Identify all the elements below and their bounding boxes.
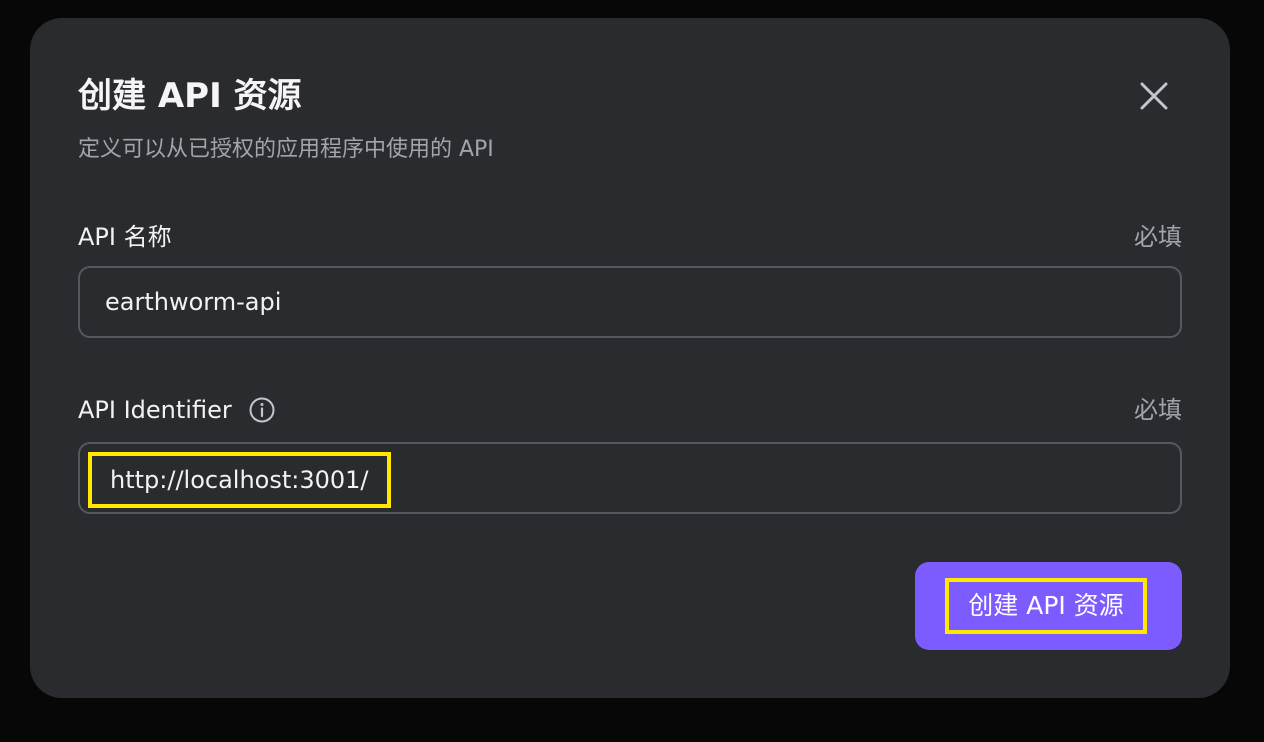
info-icon[interactable]	[248, 396, 276, 424]
api-identifier-value: http://localhost:3001/	[88, 452, 391, 508]
api-name-required: 必填	[1134, 223, 1182, 251]
api-identifier-input[interactable]: http://localhost:3001/	[78, 442, 1182, 514]
close-button[interactable]	[1136, 78, 1172, 114]
dialog-subtitle: 定义可以从已授权的应用程序中使用的 API	[78, 137, 494, 162]
create-api-resource-button[interactable]: 创建 API 资源	[915, 562, 1182, 650]
close-icon	[1140, 82, 1168, 110]
api-name-label-text: API 名称	[78, 223, 172, 251]
api-name-input[interactable]: earthworm-api	[78, 266, 1182, 338]
api-name-label: API 名称	[78, 220, 172, 254]
dialog-title: 创建 API 资源	[78, 76, 302, 116]
create-api-resource-button-label: 创建 API 资源	[945, 578, 1147, 634]
create-api-resource-dialog: 创建 API 资源 定义可以从已授权的应用程序中使用的 API API 名称 必…	[30, 18, 1230, 698]
api-identifier-label-text: API Identifier	[78, 396, 232, 424]
api-identifier-label: API Identifier	[78, 393, 276, 427]
api-name-value: earthworm-api	[105, 288, 282, 316]
api-identifier-required: 必填	[1134, 396, 1182, 424]
